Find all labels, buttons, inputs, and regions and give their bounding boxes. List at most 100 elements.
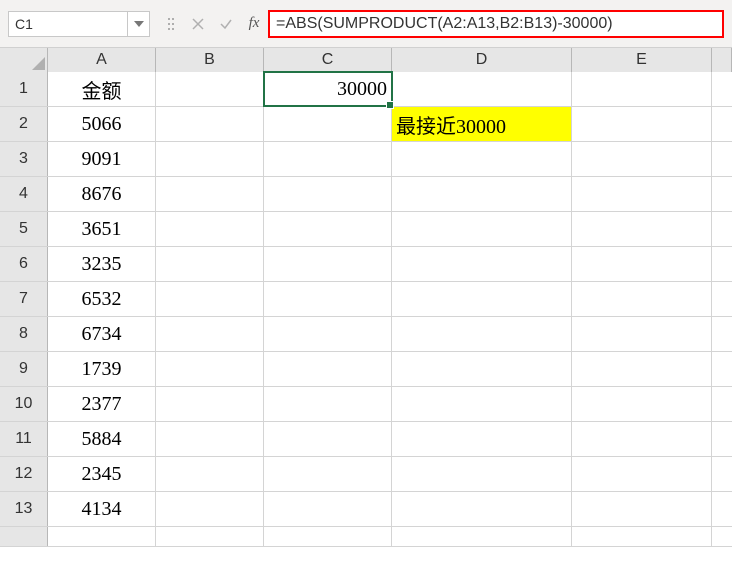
cell-B6[interactable] bbox=[156, 247, 264, 281]
cell-F14[interactable] bbox=[712, 527, 732, 546]
cell-E12[interactable] bbox=[572, 457, 712, 491]
cell-C2[interactable] bbox=[264, 107, 392, 141]
cell-A5[interactable]: 3651 bbox=[48, 212, 156, 246]
cell-B9[interactable] bbox=[156, 352, 264, 386]
cell-B12[interactable] bbox=[156, 457, 264, 491]
cell-D4[interactable] bbox=[392, 177, 572, 211]
row-header-3[interactable]: 3 bbox=[0, 142, 48, 176]
col-header-B[interactable]: B bbox=[156, 48, 264, 72]
row-header-12[interactable]: 12 bbox=[0, 457, 48, 491]
cell-A4[interactable]: 8676 bbox=[48, 177, 156, 211]
cell-D9[interactable] bbox=[392, 352, 572, 386]
name-box[interactable]: C1 bbox=[8, 11, 128, 37]
enter-button[interactable] bbox=[212, 11, 240, 37]
row-header-5[interactable]: 5 bbox=[0, 212, 48, 246]
cell-B11[interactable] bbox=[156, 422, 264, 456]
row-header-2[interactable]: 2 bbox=[0, 107, 48, 141]
cell-F9[interactable] bbox=[712, 352, 732, 386]
cell-E1[interactable] bbox=[572, 72, 712, 106]
cell-C6[interactable] bbox=[264, 247, 392, 281]
cell-E9[interactable] bbox=[572, 352, 712, 386]
cell-E11[interactable] bbox=[572, 422, 712, 456]
cell-E3[interactable] bbox=[572, 142, 712, 176]
cell-B10[interactable] bbox=[156, 387, 264, 421]
row-header-8[interactable]: 8 bbox=[0, 317, 48, 351]
cell-F10[interactable] bbox=[712, 387, 732, 421]
cell-C3[interactable] bbox=[264, 142, 392, 176]
formula-input[interactable]: =ABS(SUMPRODUCT(A2:A13,B2:B13)-30000) bbox=[268, 10, 724, 38]
cell-E8[interactable] bbox=[572, 317, 712, 351]
row-header-1[interactable]: 1 bbox=[0, 72, 48, 106]
cell-D3[interactable] bbox=[392, 142, 572, 176]
cell-D11[interactable] bbox=[392, 422, 572, 456]
row-header-10[interactable]: 10 bbox=[0, 387, 48, 421]
col-header-A[interactable]: A bbox=[48, 48, 156, 72]
cell-F6[interactable] bbox=[712, 247, 732, 281]
cell-C13[interactable] bbox=[264, 492, 392, 526]
cell-B7[interactable] bbox=[156, 282, 264, 316]
row-header-4[interactable]: 4 bbox=[0, 177, 48, 211]
cell-B1[interactable] bbox=[156, 72, 264, 106]
cell-A3[interactable]: 9091 bbox=[48, 142, 156, 176]
cell-F7[interactable] bbox=[712, 282, 732, 316]
row-header-11[interactable]: 11 bbox=[0, 422, 48, 456]
row-header-6[interactable]: 6 bbox=[0, 247, 48, 281]
row-header-14[interactable] bbox=[0, 527, 48, 546]
cell-D13[interactable] bbox=[392, 492, 572, 526]
cell-E5[interactable] bbox=[572, 212, 712, 246]
cell-E6[interactable] bbox=[572, 247, 712, 281]
cell-A12[interactable]: 2345 bbox=[48, 457, 156, 491]
cell-F13[interactable] bbox=[712, 492, 732, 526]
cell-B8[interactable] bbox=[156, 317, 264, 351]
col-header-E[interactable]: E bbox=[572, 48, 712, 72]
cell-D7[interactable] bbox=[392, 282, 572, 316]
cell-F3[interactable] bbox=[712, 142, 732, 176]
cell-A8[interactable]: 6734 bbox=[48, 317, 156, 351]
cell-F2[interactable] bbox=[712, 107, 732, 141]
row-header-7[interactable]: 7 bbox=[0, 282, 48, 316]
name-box-dropdown[interactable] bbox=[128, 11, 150, 37]
cell-C4[interactable] bbox=[264, 177, 392, 211]
col-header-C[interactable]: C bbox=[264, 48, 392, 72]
cell-A14[interactable] bbox=[48, 527, 156, 546]
cell-E13[interactable] bbox=[572, 492, 712, 526]
select-all-corner[interactable] bbox=[0, 48, 48, 72]
cell-F4[interactable] bbox=[712, 177, 732, 211]
cell-B5[interactable] bbox=[156, 212, 264, 246]
cell-A1[interactable]: 金额 bbox=[48, 72, 156, 106]
cell-B13[interactable] bbox=[156, 492, 264, 526]
row-header-13[interactable]: 13 bbox=[0, 492, 48, 526]
cell-A13[interactable]: 4134 bbox=[48, 492, 156, 526]
cell-C8[interactable] bbox=[264, 317, 392, 351]
cell-A2[interactable]: 5066 bbox=[48, 107, 156, 141]
col-header-D[interactable]: D bbox=[392, 48, 572, 72]
cancel-button[interactable] bbox=[184, 11, 212, 37]
cell-D6[interactable] bbox=[392, 247, 572, 281]
cell-E7[interactable] bbox=[572, 282, 712, 316]
cell-D12[interactable] bbox=[392, 457, 572, 491]
cell-F8[interactable] bbox=[712, 317, 732, 351]
cell-C5[interactable] bbox=[264, 212, 392, 246]
cell-A10[interactable]: 2377 bbox=[48, 387, 156, 421]
cell-A9[interactable]: 1739 bbox=[48, 352, 156, 386]
cell-E4[interactable] bbox=[572, 177, 712, 211]
row-header-9[interactable]: 9 bbox=[0, 352, 48, 386]
cell-C1[interactable]: 30000 bbox=[264, 72, 392, 106]
cell-C11[interactable] bbox=[264, 422, 392, 456]
cell-B4[interactable] bbox=[156, 177, 264, 211]
cell-D2[interactable]: 最接近30000 bbox=[392, 107, 572, 141]
cell-F5[interactable] bbox=[712, 212, 732, 246]
col-header-partial[interactable] bbox=[712, 48, 732, 72]
cell-C10[interactable] bbox=[264, 387, 392, 421]
cell-D5[interactable] bbox=[392, 212, 572, 246]
cell-D8[interactable] bbox=[392, 317, 572, 351]
fx-button[interactable]: fx bbox=[240, 11, 268, 37]
cell-C14[interactable] bbox=[264, 527, 392, 546]
cell-C7[interactable] bbox=[264, 282, 392, 316]
cell-A11[interactable]: 5884 bbox=[48, 422, 156, 456]
cell-B3[interactable] bbox=[156, 142, 264, 176]
cell-D14[interactable] bbox=[392, 527, 572, 546]
cell-B14[interactable] bbox=[156, 527, 264, 546]
cell-E10[interactable] bbox=[572, 387, 712, 421]
cell-E2[interactable] bbox=[572, 107, 712, 141]
